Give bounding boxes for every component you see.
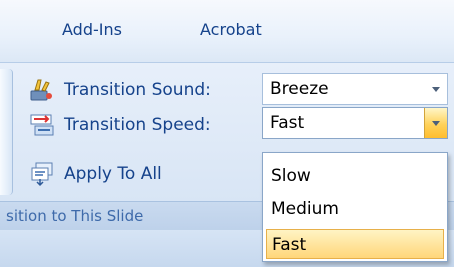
transition-speed-icon — [28, 112, 56, 138]
speed-option-medium[interactable]: Medium — [266, 194, 444, 224]
tab-acrobat[interactable]: Acrobat — [200, 20, 262, 39]
apply-to-all-icon — [28, 161, 56, 187]
transition-speed-label: Transition Speed: — [64, 115, 211, 135]
transition-sound-dropdown[interactable]: Breeze — [262, 73, 448, 105]
ribbon-group-edge — [0, 69, 13, 195]
chevron-down-icon[interactable] — [425, 74, 447, 104]
transition-sound-icon — [28, 77, 56, 103]
transition-sound-row: Transition Sound: — [28, 73, 211, 107]
transition-speed-options-list: Slow Medium Fast — [262, 152, 448, 262]
chevron-down-icon[interactable] — [424, 108, 447, 138]
group-label-text: sition to This Slide — [6, 207, 144, 225]
apply-to-all-button[interactable]: Apply To All — [28, 157, 162, 191]
speed-option-fast[interactable]: Fast — [266, 229, 444, 259]
transition-speed-value: Fast — [270, 113, 305, 133]
apply-to-all-label: Apply To All — [64, 164, 162, 184]
ribbon-tab-bar: Add-Ins Acrobat — [0, 0, 454, 62]
speed-option-slow[interactable]: Slow — [266, 161, 444, 191]
transition-speed-dropdown[interactable]: Fast — [262, 107, 448, 139]
transition-speed-row: Transition Speed: — [28, 108, 211, 142]
tab-add-ins[interactable]: Add-Ins — [62, 20, 122, 39]
transition-sound-label: Transition Sound: — [64, 80, 211, 100]
transition-sound-value: Breeze — [270, 79, 329, 99]
